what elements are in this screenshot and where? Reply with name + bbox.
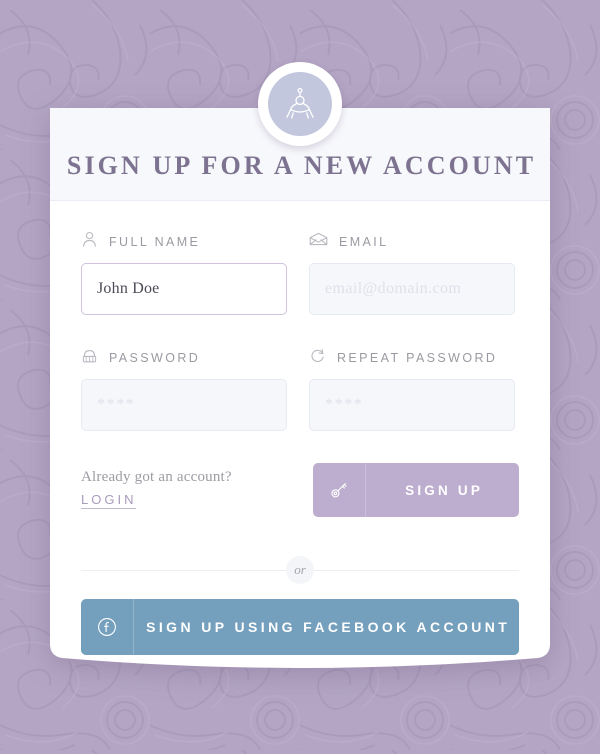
label-text: EMAIL	[339, 235, 389, 249]
envelope-icon	[309, 232, 328, 252]
field-row-1: FULL NAME EMAIL	[50, 231, 550, 315]
signup-card: SIGN UP FOR A NEW ACCOUNT FULL NAME John…	[50, 108, 550, 678]
label-repeat-password: REPEAT PASSWORD	[309, 349, 515, 367]
repeat-icon	[309, 347, 326, 369]
have-account-block: Already got an account? LOGIN	[81, 463, 232, 509]
repeat-password-input[interactable]	[309, 379, 515, 431]
key-icon	[313, 463, 366, 517]
user-icon	[81, 231, 98, 253]
have-account-text: Already got an account?	[81, 469, 232, 485]
label-text: PASSWORD	[109, 351, 201, 365]
facebook-signup-button[interactable]: SIGN UP USING FACEBOOK ACCOUNT	[81, 599, 519, 655]
field-full-name: FULL NAME	[81, 231, 287, 315]
page-title: SIGN UP FOR A NEW ACCOUNT	[66, 151, 537, 180]
signup-button-label: SIGN UP	[405, 482, 484, 498]
facebook-icon	[81, 599, 134, 655]
lock-icon	[81, 348, 98, 369]
action-row: Already got an account? LOGIN SIGN UP	[50, 463, 550, 517]
label-text: REPEAT PASSWORD	[337, 351, 498, 365]
emblem-disc	[268, 72, 332, 136]
signup-button[interactable]: SIGN UP	[313, 463, 519, 517]
facebook-button-wrap: SIGN UP USING FACEBOOK ACCOUNT	[81, 599, 519, 655]
label-text: FULL NAME	[109, 235, 201, 249]
field-email: EMAIL	[309, 232, 515, 315]
brand-emblem	[258, 62, 342, 146]
full-name-input[interactable]	[81, 263, 287, 315]
field-password: PASSWORD	[81, 349, 287, 431]
login-link[interactable]: LOGIN	[81, 492, 137, 509]
compass-figure-logo	[286, 87, 314, 119]
label-email: EMAIL	[309, 232, 515, 252]
or-divider: or	[81, 556, 519, 584]
divider-badge: or	[286, 556, 314, 584]
label-password: PASSWORD	[81, 349, 287, 367]
password-input[interactable]	[81, 379, 287, 431]
label-full-name: FULL NAME	[81, 231, 287, 253]
field-row-2: PASSWORD REPEAT PASSWORD	[50, 349, 550, 431]
email-input[interactable]	[309, 263, 515, 315]
field-repeat-password: REPEAT PASSWORD	[309, 349, 515, 431]
facebook-button-label: SIGN UP USING FACEBOOK ACCOUNT	[146, 619, 511, 635]
